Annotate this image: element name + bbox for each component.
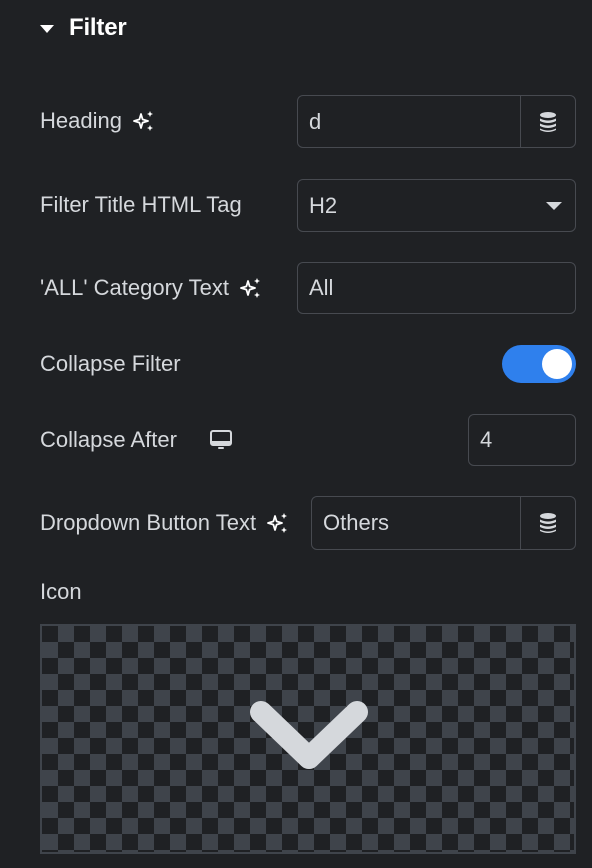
all-category-input[interactable] [298, 263, 575, 313]
collapse-after-field [468, 414, 576, 466]
html-tag-label: Filter Title HTML Tag [40, 192, 242, 217]
dropdown-button-text-label-row: Dropdown Button Text [40, 508, 290, 538]
heading-field [297, 95, 576, 148]
caret-down-icon [546, 201, 562, 210]
section-title: Filter [69, 14, 127, 41]
sparkle-icon[interactable] [132, 109, 156, 133]
icon-label-row: Icon [40, 577, 82, 607]
caret-down-icon [40, 24, 54, 33]
collapse-after-input[interactable] [469, 415, 575, 465]
database-icon [540, 111, 556, 132]
heading-input[interactable] [298, 96, 520, 147]
html-tag-select[interactable]: H2 [297, 179, 576, 232]
heading-label-row: Heading [40, 106, 156, 136]
all-category-label-row: 'ALL' Category Text [40, 273, 263, 303]
icon-picker-preview[interactable] [40, 624, 576, 854]
icon-label: Icon [40, 579, 82, 604]
database-icon [540, 513, 556, 533]
sparkle-icon[interactable] [239, 276, 263, 300]
html-tag-selected-value: H2 [309, 192, 338, 218]
collapse-filter-label: Collapse Filter [40, 351, 181, 376]
chevron-down-icon [250, 701, 368, 769]
sparkle-icon[interactable] [266, 511, 290, 535]
desktop-monitor-icon[interactable] [209, 428, 233, 452]
collapse-filter-toggle[interactable] [502, 345, 576, 383]
dropdown-button-text-input[interactable] [312, 497, 520, 549]
dropdown-button-text-label: Dropdown Button Text [40, 510, 257, 535]
dropdown-button-text-field [311, 496, 576, 550]
html-tag-label-row: Filter Title HTML Tag [40, 190, 242, 220]
section-header-filter[interactable]: Filter [40, 12, 127, 44]
heading-label: Heading [40, 108, 122, 133]
dropdown-button-text-dynamic-tags-button[interactable] [520, 497, 575, 549]
collapse-after-label-row: Collapse After [40, 425, 233, 455]
collapse-after-label: Collapse After [40, 427, 177, 452]
all-category-field [297, 262, 576, 314]
heading-dynamic-tags-button[interactable] [520, 96, 575, 147]
collapse-filter-label-row: Collapse Filter [40, 349, 181, 379]
all-category-label: 'ALL' Category Text [40, 275, 229, 300]
toggle-knob [542, 349, 572, 379]
